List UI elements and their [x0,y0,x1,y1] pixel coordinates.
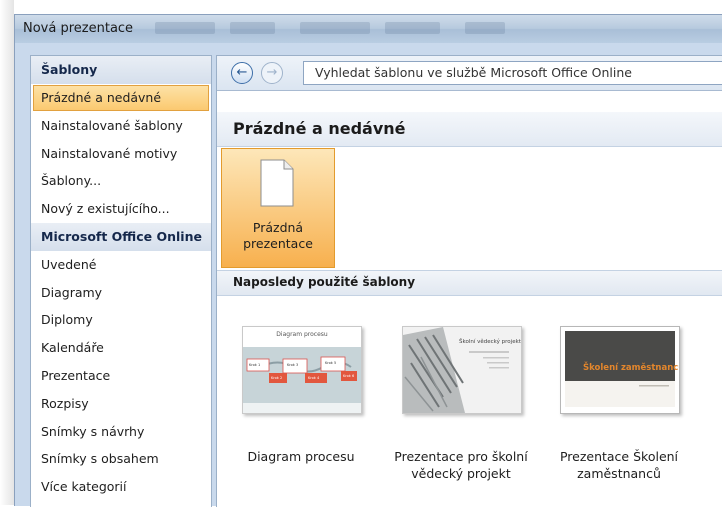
titlebar-blur [155,22,215,34]
blank-presentation-tile[interactable]: Prázdná prezentace [221,148,335,268]
sidebar-header-office-online: Microsoft Office Online [31,222,211,251]
thumb-step-label: Krok 5 [325,361,337,365]
thumb-process-title: Diagram procesu [276,331,328,338]
search-box[interactable] [303,61,722,85]
thumb-step-label: Krok 3 [287,363,299,367]
blank-document-icon [260,159,294,207]
sidebar-item-diagrams[interactable]: Diagramy [31,279,211,307]
thumb-science-title: Školní vědecký projekt [459,339,521,345]
category-sidebar: Šablony Prázdné a nedávné Nainstalované … [30,55,212,507]
navigation-bar: ← → [217,56,722,91]
sidebar-item-presentations[interactable]: Prezentace [31,362,211,390]
titlebar-blur [300,22,370,34]
thumb-training-title: Školení zaměstnanců [583,363,680,373]
titlebar-blur [230,22,275,34]
sidebar-item-calendars[interactable]: Kalendáře [31,334,211,362]
thumb-process-diagram[interactable]: Diagram procesu Krok 1 Krok 2 Krok 3 Kro… [242,326,362,414]
thumb-step-label: Krok 6 [343,374,355,378]
blank-label-line-2: prezentace [243,236,313,251]
back-arrow-icon[interactable]: ← [231,62,253,84]
label-line: Prezentace pro školní [394,449,528,464]
window-title: Nová prezentace [23,21,134,36]
label-process-diagram[interactable]: Diagram procesu [226,448,376,465]
recent-templates-title: Naposledy použité šablony [233,275,416,289]
sidebar-item-design-slides[interactable]: Snímky s návrhy [31,418,211,446]
label-science-project[interactable]: Prezentace pro školní vědecký projekt [386,448,536,482]
thumb-science-project[interactable]: Školní vědecký projekt [402,326,522,414]
template-pane: ← → Prázdné a nedávné Prázdná prezentace… [216,55,722,507]
search-input[interactable] [304,62,722,83]
thumb-step-label: Krok 4 [308,376,320,380]
thumb-employee-training[interactable]: Školení zaměstnanců [560,326,680,414]
label-line: Diagram procesu [247,449,355,464]
sidebar-item-featured[interactable]: Uvedené [31,251,211,279]
titlebar-blur [385,22,440,34]
thumb-step-label: Krok 1 [249,363,261,367]
blank-label-line-1: Prázdná [252,220,304,235]
section-header: Prázdné a nedávné [217,112,722,147]
title-bar[interactable]: Nová prezentace [15,15,722,43]
label-line: zaměstnanců [577,466,661,481]
recent-templates-header: Naposledy použité šablony [217,270,722,296]
sidebar-item-more-categories[interactable]: Více kategorií [31,473,211,501]
label-employee-training[interactable]: Prezentace Školení zaměstnanců [544,448,694,482]
sidebar-item-installed-templates[interactable]: Nainstalované šablony [31,112,211,140]
label-line: vědecký projekt [411,466,511,481]
sidebar-item-schedules[interactable]: Rozpisy [31,390,211,418]
sidebar-item-my-templates[interactable]: Šablony... [31,167,211,195]
label-line: Prezentace Školení [559,449,679,464]
forward-arrow-icon[interactable]: → [261,62,283,84]
background-shadow [0,0,14,505]
blank-presentation-label: Prázdná prezentace [222,220,334,252]
sidebar-item-installed-themes[interactable]: Nainstalované motivy [31,140,211,168]
titlebar-blur [465,22,505,34]
process-diagram-thumbnail [243,327,361,413]
sidebar-item-certificates[interactable]: Diplomy [31,306,211,334]
sidebar-header-templates: Šablony [31,56,211,84]
new-presentation-dialog: Nová prezentace Šablony Prázdné a nedávn… [14,14,722,507]
thumb-step-label: Krok 2 [271,376,283,380]
section-title: Prázdné a nedávné [233,119,406,138]
sidebar-item-content-slides[interactable]: Snímky s obsahem [31,445,211,473]
sidebar-item-blank-recent[interactable]: Prázdné a nedávné [33,84,209,111]
sidebar-item-new-from-existing[interactable]: Nový z existujícího... [31,195,211,223]
